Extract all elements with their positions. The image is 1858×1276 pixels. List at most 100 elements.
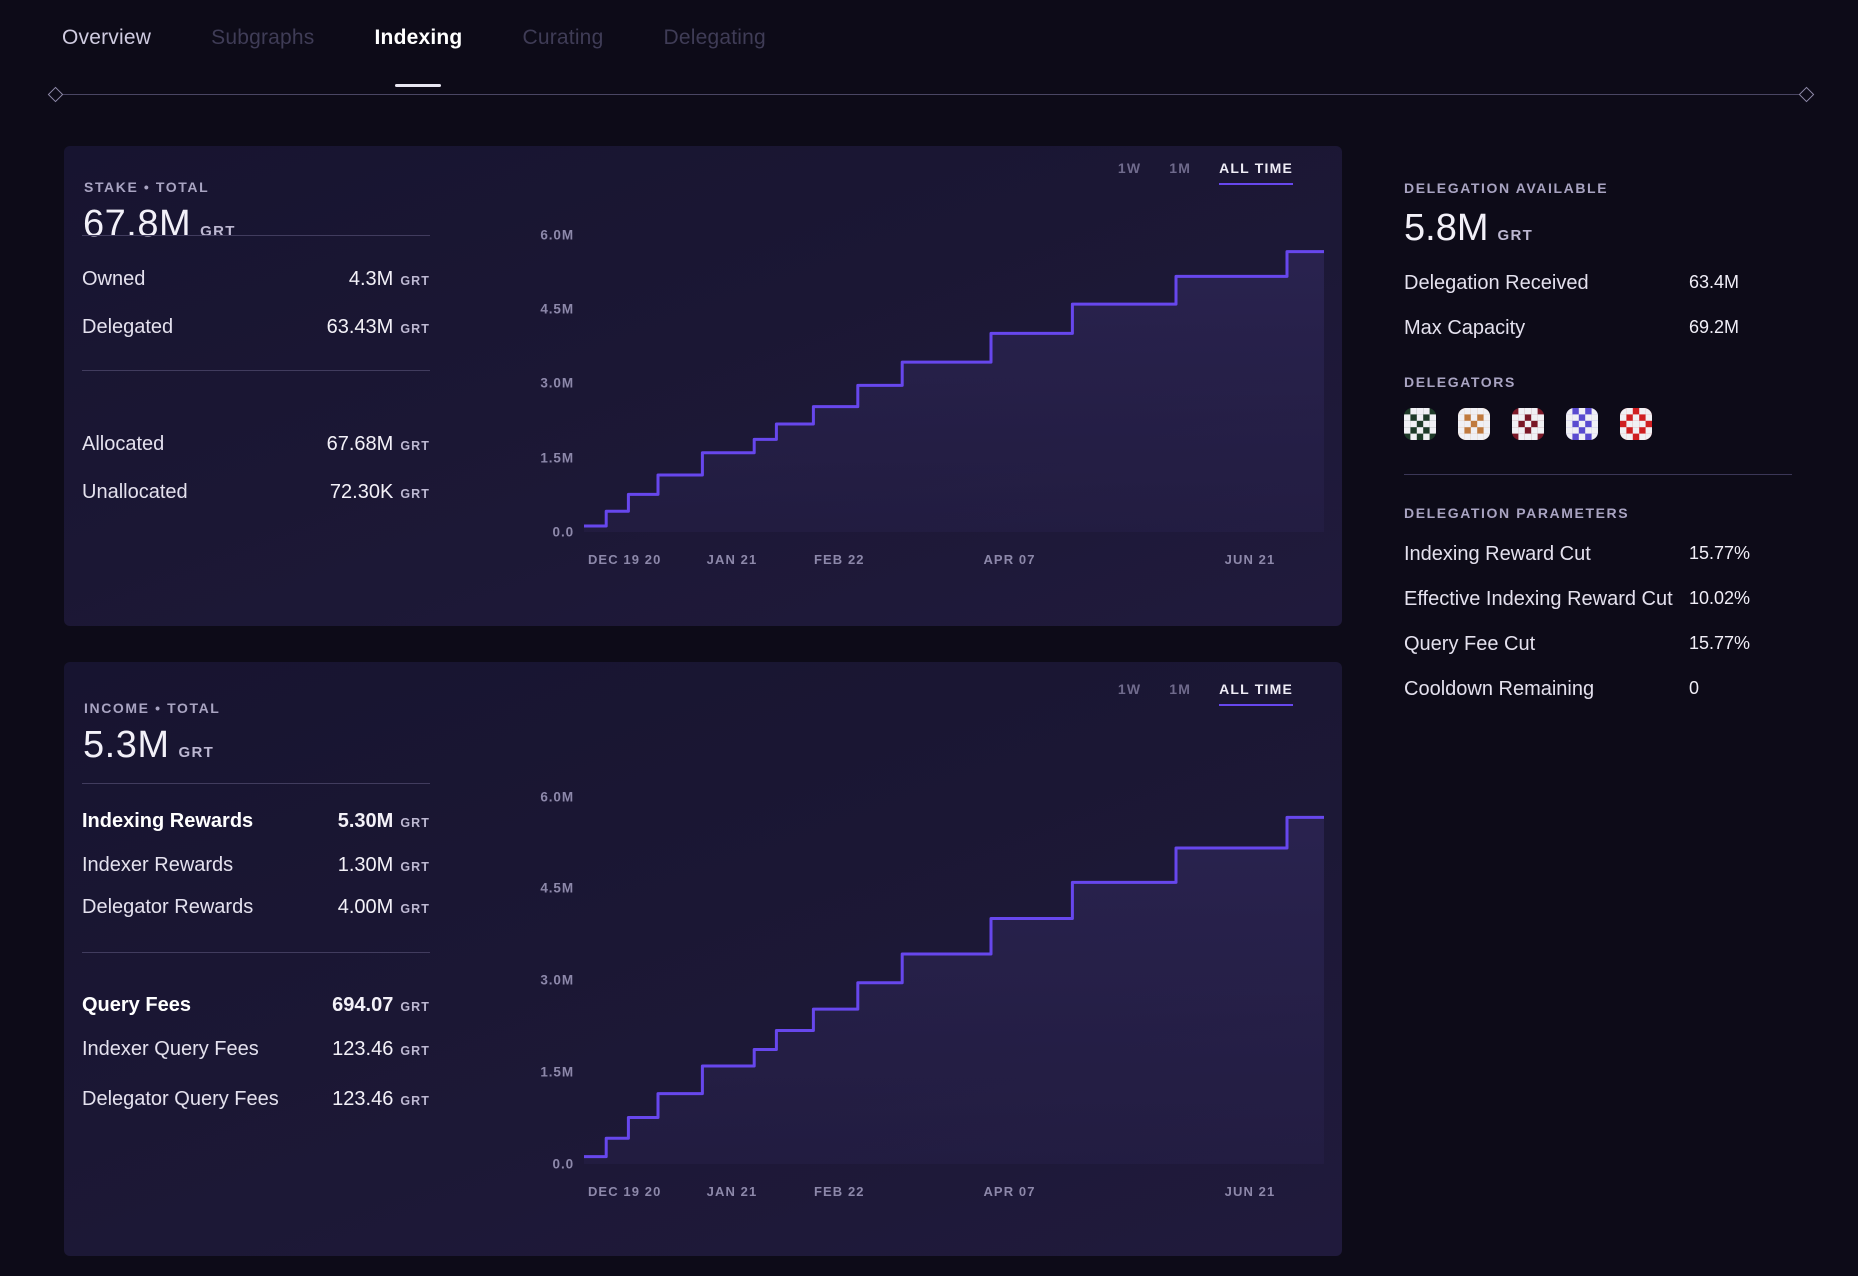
param-cooldown-remaining-label: Cooldown Remaining xyxy=(1404,678,1594,701)
delegation-available-number: 5.8M xyxy=(1404,207,1488,250)
income-range-1m[interactable]: 1M xyxy=(1169,681,1191,706)
stake-row-unallocated: Unallocated 72.30K GRT xyxy=(82,481,430,504)
stake-total-value: 67.8M xyxy=(83,203,191,246)
stake-card: STAKE • TOTAL 67.8M GRT 1W 1M ALL TIME O… xyxy=(64,146,1342,626)
rail-diamond-left-icon xyxy=(48,87,64,103)
delegators-label: DELEGATORS xyxy=(1404,374,1804,390)
income-row-delegator-rewards-label: Delegator Rewards xyxy=(82,896,253,919)
stat-max-capacity: Max Capacity 69.2M xyxy=(1404,317,1804,340)
y-tick-label: 4.5M xyxy=(524,881,574,896)
param-query-fee-cut-label: Query Fee Cut xyxy=(1404,633,1535,656)
income-total-value: 5.3M xyxy=(83,724,169,767)
delegation-available-value: 5.8M GRT xyxy=(1404,207,1804,250)
income-row-indexer-query-fees-unit: GRT xyxy=(400,1044,430,1058)
param-indexing-reward-cut-label: Indexing Reward Cut xyxy=(1404,543,1591,566)
income-row-indexer-query-fees-label: Indexer Query Fees xyxy=(82,1038,259,1061)
stake-range-all-time[interactable]: ALL TIME xyxy=(1219,160,1293,185)
param-effective-indexing-reward-cut: Effective Indexing Reward Cut 10.02% xyxy=(1404,588,1804,611)
delegator-avatar-3[interactable] xyxy=(1512,408,1544,440)
stake-row-owned-label: Owned xyxy=(82,268,145,291)
income-row-indexing-rewards-number: 5.30M xyxy=(338,810,394,833)
stake-row-delegated-number: 63.43M xyxy=(327,316,394,339)
nav-rail-line xyxy=(58,94,1804,95)
income-row-delegator-rewards-number: 4.00M xyxy=(338,896,394,919)
income-range-1w[interactable]: 1W xyxy=(1118,681,1141,706)
delegator-avatar-1[interactable] xyxy=(1404,408,1436,440)
stake-row-allocated-unit: GRT xyxy=(400,439,430,453)
param-cooldown-remaining: Cooldown Remaining 0 xyxy=(1404,678,1804,701)
y-tick-label: 6.0M xyxy=(524,789,574,804)
stake-row-owned-number: 4.3M xyxy=(349,268,393,291)
stake-eyebrow: STAKE • TOTAL xyxy=(84,179,209,195)
income-range-all-time[interactable]: ALL TIME xyxy=(1219,681,1293,706)
income-row-indexer-rewards-unit: GRT xyxy=(400,860,430,874)
income-row-indexing-rewards-unit: GRT xyxy=(400,816,430,830)
tab-curating[interactable]: Curating xyxy=(522,26,603,62)
delegator-avatar-4[interactable] xyxy=(1566,408,1598,440)
stake-row-allocated-label: Allocated xyxy=(82,433,164,456)
y-tick-label: 6.0M xyxy=(524,227,574,242)
stat-delegation-received-value: 63.4M xyxy=(1689,272,1739,293)
stake-range-1w[interactable]: 1W xyxy=(1118,160,1141,185)
y-tick-label: 0.0 xyxy=(524,525,574,540)
param-indexing-reward-cut: Indexing Reward Cut 15.77% xyxy=(1404,543,1804,566)
param-query-fee-cut-value: 15.77% xyxy=(1689,633,1750,654)
y-tick-label: 4.5M xyxy=(524,302,574,317)
income-divider-top xyxy=(82,783,430,784)
x-tick-label: APR 07 xyxy=(983,552,1035,567)
delegation-parameters-label: DELEGATION PARAMETERS xyxy=(1404,505,1804,521)
stake-row-unallocated-unit: GRT xyxy=(400,487,430,501)
income-row-query-fees-number: 694.07 xyxy=(332,994,393,1017)
x-tick-label: JAN 21 xyxy=(707,1184,758,1199)
stake-total: 67.8M GRT xyxy=(83,203,236,246)
income-row-query-fees: Query Fees 694.07 GRT xyxy=(82,994,430,1017)
stake-range-selector: 1W 1M ALL TIME xyxy=(1118,160,1293,185)
stake-divider-bottom xyxy=(82,370,430,371)
income-row-indexing-rewards-value: 5.30M GRT xyxy=(338,810,430,833)
delegator-avatar-5[interactable] xyxy=(1620,408,1652,440)
delegators-avatar-list xyxy=(1404,408,1804,440)
stake-row-owned: Owned 4.3M GRT xyxy=(82,268,430,291)
x-tick-label: FEB 22 xyxy=(814,1184,865,1199)
income-row-query-fees-value: 694.07 GRT xyxy=(332,994,430,1017)
stat-max-capacity-label: Max Capacity xyxy=(1404,317,1525,340)
income-row-indexer-rewards: Indexer Rewards 1.30M GRT xyxy=(82,854,430,877)
tab-subgraphs[interactable]: Subgraphs xyxy=(211,26,314,62)
x-tick-label: JAN 21 xyxy=(707,552,758,567)
stake-row-allocated-value: 67.68M GRT xyxy=(327,433,430,456)
param-cooldown-remaining-value: 0 xyxy=(1689,678,1699,699)
income-row-indexing-rewards-label: Indexing Rewards xyxy=(82,810,253,833)
tab-overview[interactable]: Overview xyxy=(62,26,151,62)
income-row-delegator-query-fees-value: 123.46 GRT xyxy=(332,1088,430,1111)
income-row-indexer-rewards-label: Indexer Rewards xyxy=(82,854,233,877)
indexing-dashboard: Overview Subgraphs Indexing Curating Del… xyxy=(0,0,1858,1276)
stake-range-1m[interactable]: 1M xyxy=(1169,160,1191,185)
main-nav: Overview Subgraphs Indexing Curating Del… xyxy=(0,26,1858,88)
stat-delegation-received-label: Delegation Received xyxy=(1404,272,1589,295)
income-row-query-fees-label: Query Fees xyxy=(82,994,191,1017)
y-tick-label: 1.5M xyxy=(524,1065,574,1080)
rail-diamond-right-icon xyxy=(1799,87,1815,103)
stake-total-unit: GRT xyxy=(200,223,236,240)
income-chart-plot xyxy=(584,766,1324,1164)
tab-delegating[interactable]: Delegating xyxy=(663,26,765,62)
income-row-delegator-query-fees-unit: GRT xyxy=(400,1094,430,1108)
y-tick-label: 3.0M xyxy=(524,376,574,391)
income-row-indexer-rewards-number: 1.30M xyxy=(338,854,394,877)
tab-indexing[interactable]: Indexing xyxy=(375,26,463,62)
stake-row-unallocated-number: 72.30K xyxy=(330,481,393,504)
stake-chart-plot xyxy=(584,210,1324,532)
delegation-available-label: DELEGATION AVAILABLE xyxy=(1404,180,1804,196)
income-row-indexing-rewards: Indexing Rewards 5.30M GRT xyxy=(82,810,430,833)
stake-row-owned-unit: GRT xyxy=(400,274,430,288)
delegator-avatar-2[interactable] xyxy=(1458,408,1490,440)
stake-row-unallocated-label: Unallocated xyxy=(82,481,188,504)
stake-row-allocated-number: 67.68M xyxy=(327,433,394,456)
stake-row-delegated-unit: GRT xyxy=(400,322,430,336)
income-row-query-fees-unit: GRT xyxy=(400,1000,430,1014)
y-tick-label: 3.0M xyxy=(524,973,574,988)
income-row-delegator-rewards-unit: GRT xyxy=(400,902,430,916)
income-row-delegator-query-fees-number: 123.46 xyxy=(332,1088,393,1111)
stake-chart: 0.01.5M3.0M4.5M6.0M DEC 19 20JAN 21FEB 2… xyxy=(524,186,1324,606)
x-tick-label: DEC 19 20 xyxy=(588,552,662,567)
